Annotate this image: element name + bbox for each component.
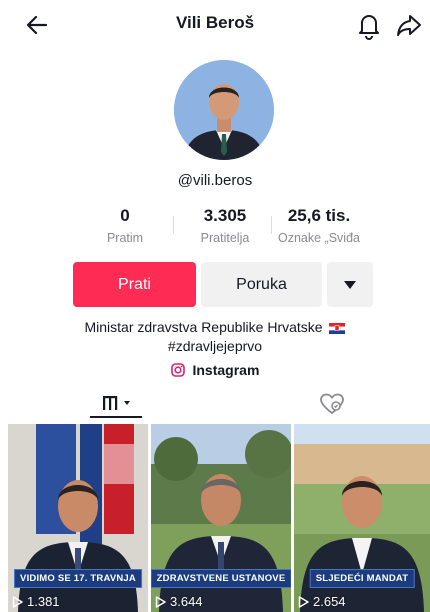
followers-label: Pratitelja (200, 231, 250, 245)
following-label: Pratim (106, 231, 144, 245)
stats-row: 0 Pratim 3.305 Pratitelja 25,6 tis. Ozna… (0, 206, 430, 248)
instagram-label: Instagram (192, 362, 260, 378)
play-icon (155, 595, 166, 608)
stat-following[interactable]: 0 Pratim (90, 206, 160, 245)
likes-count: 25,6 tis. (287, 206, 351, 225)
message-button[interactable]: Poruka (201, 262, 322, 307)
content-tabs (0, 386, 430, 420)
active-tab-indicator (90, 416, 142, 418)
stat-followers[interactable]: 3.305 Pratitelja (185, 206, 265, 245)
instagram-link[interactable]: Instagram (0, 362, 430, 378)
view-count: 1.381 (12, 594, 60, 609)
suggested-accounts-button[interactable] (327, 262, 373, 307)
bio: Ministar zdravstva Republike Hrvatske #z… (0, 318, 430, 356)
instagram-icon (170, 363, 185, 377)
view-count-value: 2.654 (313, 594, 346, 609)
following-count: 0 (120, 206, 130, 225)
dropdown-icon (344, 280, 356, 289)
view-count-value: 3.644 (170, 594, 203, 609)
likes-label: Oznake „Sviđa (278, 231, 360, 245)
followers-count: 3.305 (203, 206, 247, 225)
video-grid: VIDIMO SE 17. TRAVNJA 1.381 ZDRAVSTVENE … (8, 424, 430, 612)
video-caption: VIDIMO SE 17. TRAVNJA (14, 569, 142, 588)
liked-hidden-icon[interactable] (318, 390, 346, 418)
username: @vili.beros (177, 172, 253, 189)
video-caption: ZDRAVSTVENE USTANOVE (151, 569, 291, 588)
bio-hashtag[interactable]: #zdravljejeprvo (0, 337, 430, 356)
stat-divider (173, 216, 174, 234)
bio-line-1: Ministar zdravstva Republike Hrvatske (84, 319, 323, 335)
view-count: 3.644 (155, 594, 203, 609)
play-icon (12, 595, 23, 608)
share-icon[interactable] (394, 10, 424, 40)
bell-icon[interactable] (355, 10, 383, 40)
view-count-value: 1.381 (27, 594, 60, 609)
avatar[interactable] (174, 60, 274, 160)
follow-button[interactable]: Prati (73, 262, 196, 307)
video-thumbnail[interactable]: ZDRAVSTVENE USTANOVE 3.644 (151, 424, 291, 612)
stat-likes[interactable]: 25,6 tis. Oznake „Sviđa (272, 206, 366, 245)
top-bar: Vili Beroš (0, 0, 430, 50)
videos-grid-icon[interactable] (95, 390, 145, 418)
video-caption: SLJEDEĆI MANDAT (309, 569, 415, 588)
croatia-flag-icon (329, 323, 346, 334)
play-icon (298, 595, 309, 608)
video-thumbnail[interactable]: VIDIMO SE 17. TRAVNJA 1.381 (8, 424, 148, 612)
view-count: 2.654 (298, 594, 346, 609)
video-thumbnail[interactable]: SLJEDEĆI MANDAT 2.654 (294, 424, 430, 612)
